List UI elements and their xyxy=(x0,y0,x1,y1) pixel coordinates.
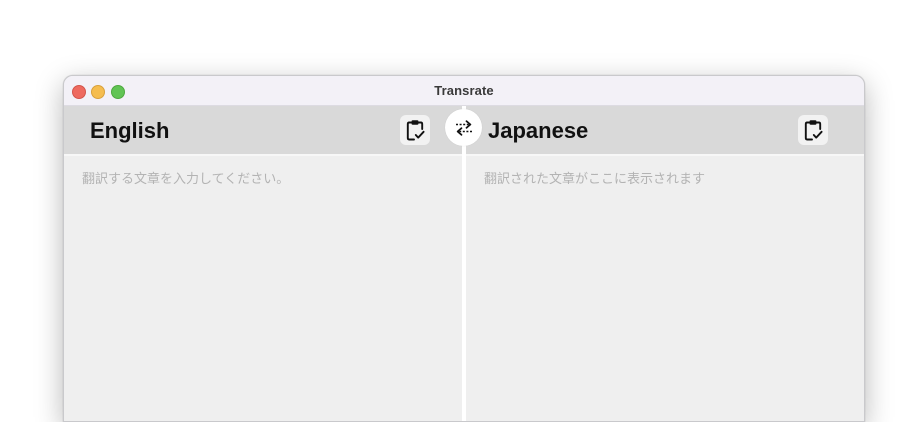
title-bar[interactable]: Transrate xyxy=(64,76,864,106)
target-pane: Japanese 翻訳された文章がここに表示されます xyxy=(466,106,864,421)
source-text-input[interactable] xyxy=(82,168,444,411)
source-language-label[interactable]: English xyxy=(90,118,169,144)
source-header: English xyxy=(64,106,462,156)
translation-output-placeholder: 翻訳された文章がここに表示されます xyxy=(484,172,706,187)
swap-arrows-icon xyxy=(455,119,472,136)
swap-languages-button[interactable] xyxy=(445,109,482,146)
window-title: Transrate xyxy=(434,83,494,98)
target-copy-button[interactable] xyxy=(798,115,828,145)
app-window: Transrate English Japanese xyxy=(63,75,865,422)
target-language-label[interactable]: Japanese xyxy=(488,118,588,144)
target-header: Japanese xyxy=(466,106,864,156)
clipboard-check-icon xyxy=(804,120,823,141)
source-paste-button[interactable] xyxy=(400,115,430,145)
source-pane: English xyxy=(64,106,462,421)
clipboard-check-icon xyxy=(406,120,425,141)
